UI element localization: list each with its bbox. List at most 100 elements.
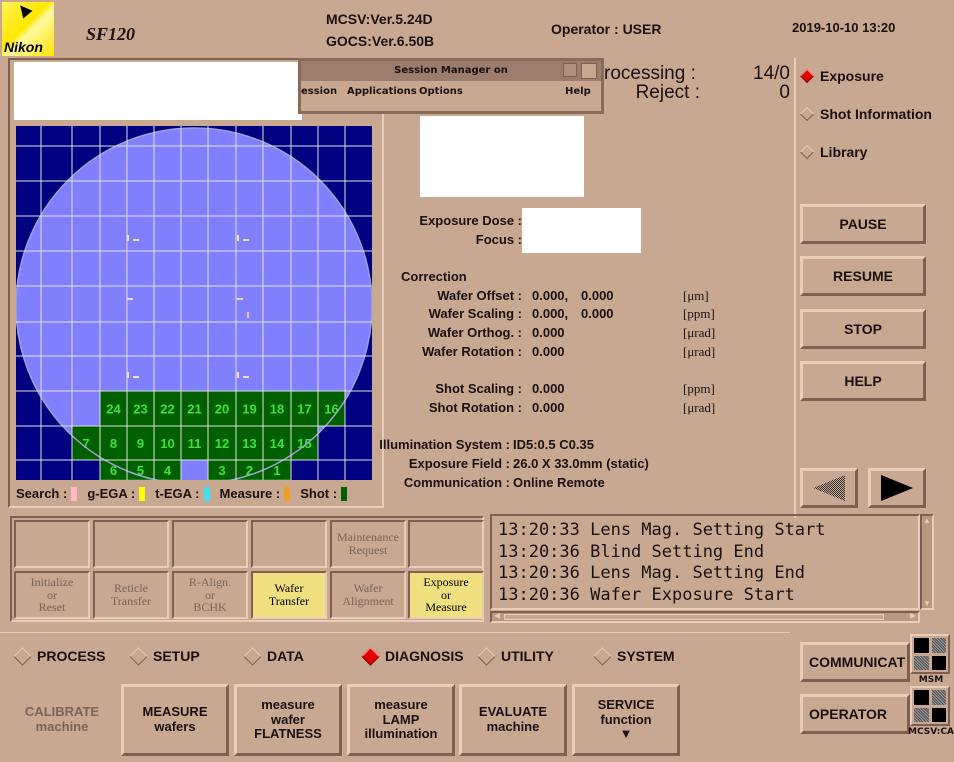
view-option-library[interactable]: Library	[799, 144, 867, 160]
shot-number: 10	[160, 436, 174, 451]
legend-label: Measure :	[219, 486, 281, 501]
correction-unit: [μm]	[683, 288, 709, 303]
shot-number: 17	[297, 402, 311, 417]
legend-swatch	[341, 486, 348, 501]
left-arrow-icon	[813, 475, 845, 501]
system-info-value: Online Remote	[513, 475, 605, 490]
session-manager-title[interactable]: Session Manager on	[301, 61, 601, 81]
sequence-step: Reticle Transfer	[93, 571, 169, 619]
correction-value-x: 0.000	[532, 381, 565, 396]
shot-number: 14	[270, 436, 285, 451]
scroll-right-icon[interactable]: ▶	[910, 611, 916, 620]
correction-value-x: 0.000	[532, 400, 565, 415]
alignment-mark	[127, 235, 129, 241]
pause-button[interactable]: PAUSE	[800, 204, 926, 244]
window-icon[interactable]	[910, 686, 950, 726]
sequence-step: R-Align. or BCHK	[172, 571, 248, 619]
log-horizontal-scrollbar[interactable]: ◀ ▶	[490, 611, 920, 623]
wafer-map[interactable]: 24 23 22 21 20 19 18 17 167 8 9 10 11 12 13 14 156 5 4 3 2 1	[16, 126, 372, 480]
correction-value-x: 0.000	[532, 325, 565, 340]
legend-label: Search :	[16, 486, 68, 501]
view-option-shot-information[interactable]: Shot Information	[799, 106, 932, 122]
menu-applications[interactable]: Applications	[347, 86, 417, 97]
exposure-dose-label: Exposure Dose :	[419, 213, 522, 228]
menu-session[interactable]: ession	[301, 86, 337, 97]
system-info-label: Exposure Field :	[408, 456, 510, 471]
system-info-value: ID5:0.5 C0.35	[513, 437, 594, 452]
shot-number: 8	[110, 436, 117, 451]
mode-tab-data[interactable]: DATA	[243, 646, 304, 666]
redacted-dose-focus-values	[522, 208, 641, 253]
correction-unit: [μrad]	[683, 400, 716, 415]
maximize-button[interactable]	[581, 63, 597, 79]
redacted-info-box	[14, 62, 302, 120]
reject-value: 0	[779, 82, 790, 103]
shot-number: 20	[215, 402, 229, 417]
mode-tab-label: DIAGNOSIS	[385, 648, 464, 664]
mode-tab-label: SETUP	[153, 648, 200, 664]
window-icon-tile	[914, 655, 929, 670]
radio-diamond-icon	[243, 646, 262, 666]
correction-label: Shot Scaling :	[435, 381, 522, 396]
radio-diamond-icon	[13, 646, 32, 666]
correction-label: Wafer Offset :	[437, 288, 522, 303]
radio-diamond-icon	[477, 646, 496, 666]
alignment-mark	[237, 372, 239, 378]
radio-diamond-icon	[361, 646, 380, 666]
shot-number: 21	[187, 402, 201, 417]
mode-tab-diagnosis[interactable]: DIAGNOSIS	[361, 646, 464, 666]
correction-value-y: 0.000	[581, 288, 614, 303]
alignment-mark	[127, 372, 129, 378]
alignment-mark	[133, 239, 139, 241]
search-mark	[247, 312, 249, 318]
menu-help[interactable]: Help	[565, 86, 591, 97]
scroll-up-icon[interactable]: ▲	[922, 516, 932, 525]
previous-button[interactable]	[800, 468, 858, 508]
legend-item: Search :	[16, 486, 78, 501]
window-icon-tile	[931, 690, 946, 705]
communicat-window-button[interactable]: COMMUNICAT	[800, 642, 910, 682]
help-button[interactable]: HELP	[800, 361, 926, 401]
log-vertical-scrollbar[interactable]: ▲ ▼	[920, 514, 934, 610]
shot-number: 9	[137, 436, 144, 451]
window-icon[interactable]	[910, 634, 950, 674]
resume-button[interactable]: RESUME	[800, 256, 926, 296]
minimize-button[interactable]	[563, 63, 577, 77]
system-info-value: 26.0 X 33.0mm (static)	[513, 456, 649, 471]
alignment-mark	[133, 376, 139, 378]
scroll-left-icon[interactable]: ◀	[494, 611, 500, 620]
operator-window-button[interactable]: OPERATOR	[800, 694, 910, 734]
mode-tab-process[interactable]: PROCESS	[13, 646, 105, 666]
stop-button[interactable]: STOP	[800, 309, 926, 349]
sequence-step: Wafer Alignment	[330, 571, 406, 619]
sequence-cell-top	[93, 520, 169, 568]
correction-unit: [μrad]	[683, 344, 716, 359]
correction-label: Wafer Rotation :	[422, 344, 522, 359]
window-icon-caption: MSM	[918, 675, 944, 685]
function-button: CALIBRATE machine	[8, 684, 116, 756]
search-mark	[127, 298, 133, 300]
shot-number: 24	[106, 402, 121, 417]
menu-options[interactable]: Options	[419, 86, 463, 97]
mode-tab-system[interactable]: SYSTEM	[593, 646, 675, 666]
function-button[interactable]: measure LAMP illumination	[347, 684, 455, 756]
next-button[interactable]	[868, 468, 926, 508]
sequence-cell-top: Maintenance Request	[330, 520, 406, 568]
correction-unit: [ppm]	[683, 381, 715, 396]
mode-tab-setup[interactable]: SETUP	[129, 646, 200, 666]
scroll-down-icon[interactable]: ▼	[922, 599, 932, 608]
mode-tab-utility[interactable]: UTILITY	[477, 646, 554, 666]
sequence-status-grid: Maintenance Request Initialize or Reset Retic…	[10, 516, 484, 622]
function-button[interactable]: MEASURE wafers	[121, 684, 229, 756]
view-option-exposure[interactable]: Exposure	[799, 68, 884, 84]
radio-diamond-icon	[799, 106, 815, 122]
correction-unit: [ppm]	[683, 306, 715, 321]
function-button[interactable]: SERVICE function ▼	[572, 684, 680, 756]
shot-number: 19	[242, 402, 256, 417]
function-button[interactable]: EVALUATE machine	[459, 684, 567, 756]
session-manager-window[interactable]: Session Manager on ession Applications O…	[298, 58, 604, 114]
scroll-thumb[interactable]	[504, 614, 884, 620]
legend-swatch	[71, 486, 78, 501]
function-button[interactable]: measure wafer FLATNESS	[234, 684, 342, 756]
search-mark	[237, 298, 243, 300]
